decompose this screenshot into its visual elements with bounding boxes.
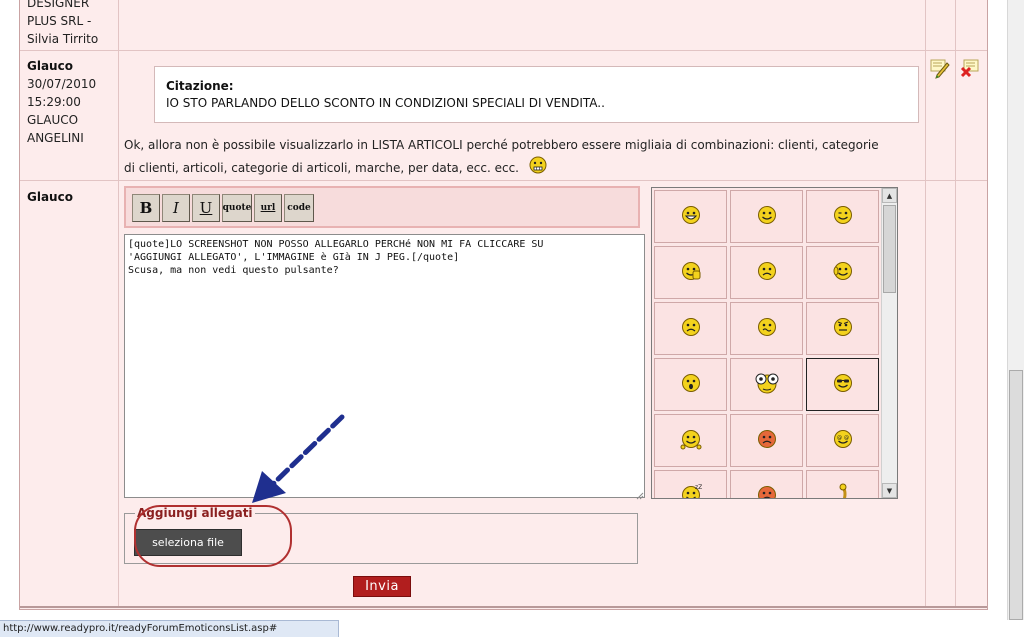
unsure-smiley-icon — [756, 316, 778, 341]
surprised-smiley-icon — [680, 372, 702, 397]
underline-button[interactable]: U — [192, 194, 220, 222]
emoticon-mad-red[interactable] — [730, 414, 803, 467]
pout-smiley-icon — [680, 316, 702, 341]
emoticons-scrollbar[interactable]: ▲ ▼ — [881, 188, 897, 498]
emoticon-sleeping[interactable]: zZz — [654, 470, 727, 498]
quote-box: Citazione: IO STO PARLANDO DELLO SCONTO … — [154, 66, 919, 123]
post-time: 15:29:00 — [27, 95, 81, 109]
emoticon-cool[interactable] — [806, 358, 879, 411]
sleepy-hands-smiley-icon — [680, 428, 702, 453]
reply-author-info: Glauco — [27, 188, 73, 206]
post-body-line-2: di clienti, articoli, categorie di artic… — [124, 156, 924, 181]
column-divider — [925, 0, 926, 606]
reply-author-name: Glauco — [27, 190, 73, 204]
emoticons-panel: @@ zZz ▲ ▼ — [651, 187, 898, 499]
emoticon-wink[interactable] — [806, 190, 879, 243]
attachments-legend: Aggiungi allegati — [135, 506, 255, 520]
grin-smiley-icon — [680, 204, 702, 229]
italic-button[interactable]: I — [162, 194, 190, 222]
edit-pencil-icon[interactable] — [929, 57, 951, 79]
svg-text:@: @ — [837, 435, 842, 441]
ear-wink-smiley-icon — [832, 260, 854, 285]
svg-text:zZz: zZz — [695, 484, 702, 491]
post-fullname: ANGELINI — [27, 131, 84, 145]
post-body: Ok, allora non è possibile visualizzarlo… — [124, 135, 924, 181]
cool-smiley-icon — [832, 372, 854, 397]
dizzy-smiley-icon: @ @ — [832, 428, 854, 453]
code-button[interactable]: code — [284, 194, 314, 222]
post-fullname: GLAUCO — [27, 113, 79, 127]
bold-button[interactable]: B — [132, 194, 160, 222]
emoticon-unsure[interactable] — [730, 302, 803, 355]
angry-smiley-icon — [832, 316, 854, 341]
quote-text: IO STO PARLANDO DELLO SCONTO IN CONDIZIO… — [166, 96, 605, 110]
emoticon-thumbs-up[interactable] — [654, 246, 727, 299]
resize-grip-icon[interactable] — [636, 489, 644, 500]
worm-smiley-icon — [831, 483, 855, 498]
row-divider — [20, 50, 987, 51]
post-body-text: di clienti, articoli, categorie di artic… — [124, 161, 519, 175]
quote-title: Citazione: — [166, 79, 234, 93]
send-button[interactable]: Invia — [353, 576, 411, 597]
big-eyes-smiley-icon — [753, 371, 781, 398]
emoticon-angry-red[interactable] — [730, 470, 803, 498]
emoticon-big-eyes[interactable] — [730, 358, 803, 411]
wink-smiley-icon — [832, 204, 854, 229]
select-file-button[interactable]: seleziona file — [134, 529, 242, 556]
angry-red-smiley-icon — [756, 484, 778, 498]
scroll-down-icon[interactable]: ▼ — [882, 483, 897, 498]
post-date: 30/07/2010 — [27, 77, 97, 91]
sleeping-smiley-icon: zZz — [680, 484, 705, 498]
column-divider — [955, 0, 956, 606]
status-url: http://www.readypro.it/readyForumEmotico… — [3, 623, 278, 634]
post-body-line: Ok, allora non è possibile visualizzarlo… — [124, 138, 879, 152]
grimace-smiley-icon — [529, 156, 547, 181]
emoticon-grin[interactable] — [654, 190, 727, 243]
column-divider — [118, 0, 119, 606]
scroll-thumb[interactable] — [883, 205, 896, 293]
formatting-toolbar: B I U quote url code — [124, 186, 640, 228]
message-textarea[interactable] — [124, 234, 645, 498]
emoticon-ear-wink[interactable] — [806, 246, 879, 299]
page-scroll-thumb[interactable] — [1009, 370, 1023, 620]
status-bar-empty — [339, 620, 1024, 637]
author-line: PLUS SRL - — [27, 14, 92, 28]
url-button[interactable]: url — [254, 194, 282, 222]
quote-button[interactable]: quote — [222, 194, 252, 222]
emoticon-pout[interactable] — [654, 302, 727, 355]
emoticon-sleepy-hands[interactable] — [654, 414, 727, 467]
scroll-up-icon[interactable]: ▲ — [882, 188, 897, 203]
author-line: DESIGNER — [27, 0, 90, 10]
sad-smiley-icon — [756, 260, 778, 285]
emoticon-surprised[interactable] — [654, 358, 727, 411]
post-author-info: Glauco 30/07/2010 15:29:00 GLAUCO ANGELI… — [27, 57, 96, 147]
emoticon-sad[interactable] — [730, 246, 803, 299]
emoticon-smile[interactable] — [730, 190, 803, 243]
browser-status-bar: http://www.readypro.it/readyForumEmotico… — [0, 620, 339, 637]
forum-thread-panel: DESIGNER PLUS SRL - Silvia Tirrito Glauc… — [19, 0, 988, 610]
emoticon-dizzy[interactable]: @ @ — [806, 414, 879, 467]
row-divider — [20, 606, 987, 608]
author-line: Silvia Tirrito — [27, 32, 99, 46]
attachments-fieldset: Aggiungi allegati seleziona file — [124, 506, 638, 564]
smile-smiley-icon — [756, 204, 778, 229]
emoticon-angry[interactable] — [806, 302, 879, 355]
previous-post-author: DESIGNER PLUS SRL - Silvia Tirrito — [27, 0, 98, 48]
delete-x-icon[interactable] — [959, 57, 981, 79]
emoticon-worm[interactable] — [806, 470, 879, 498]
post-author-name: Glauco — [27, 59, 73, 73]
mad-red-smiley-icon — [756, 428, 778, 453]
svg-text:@: @ — [844, 435, 849, 441]
thumbs-up-smiley-icon — [680, 260, 702, 285]
